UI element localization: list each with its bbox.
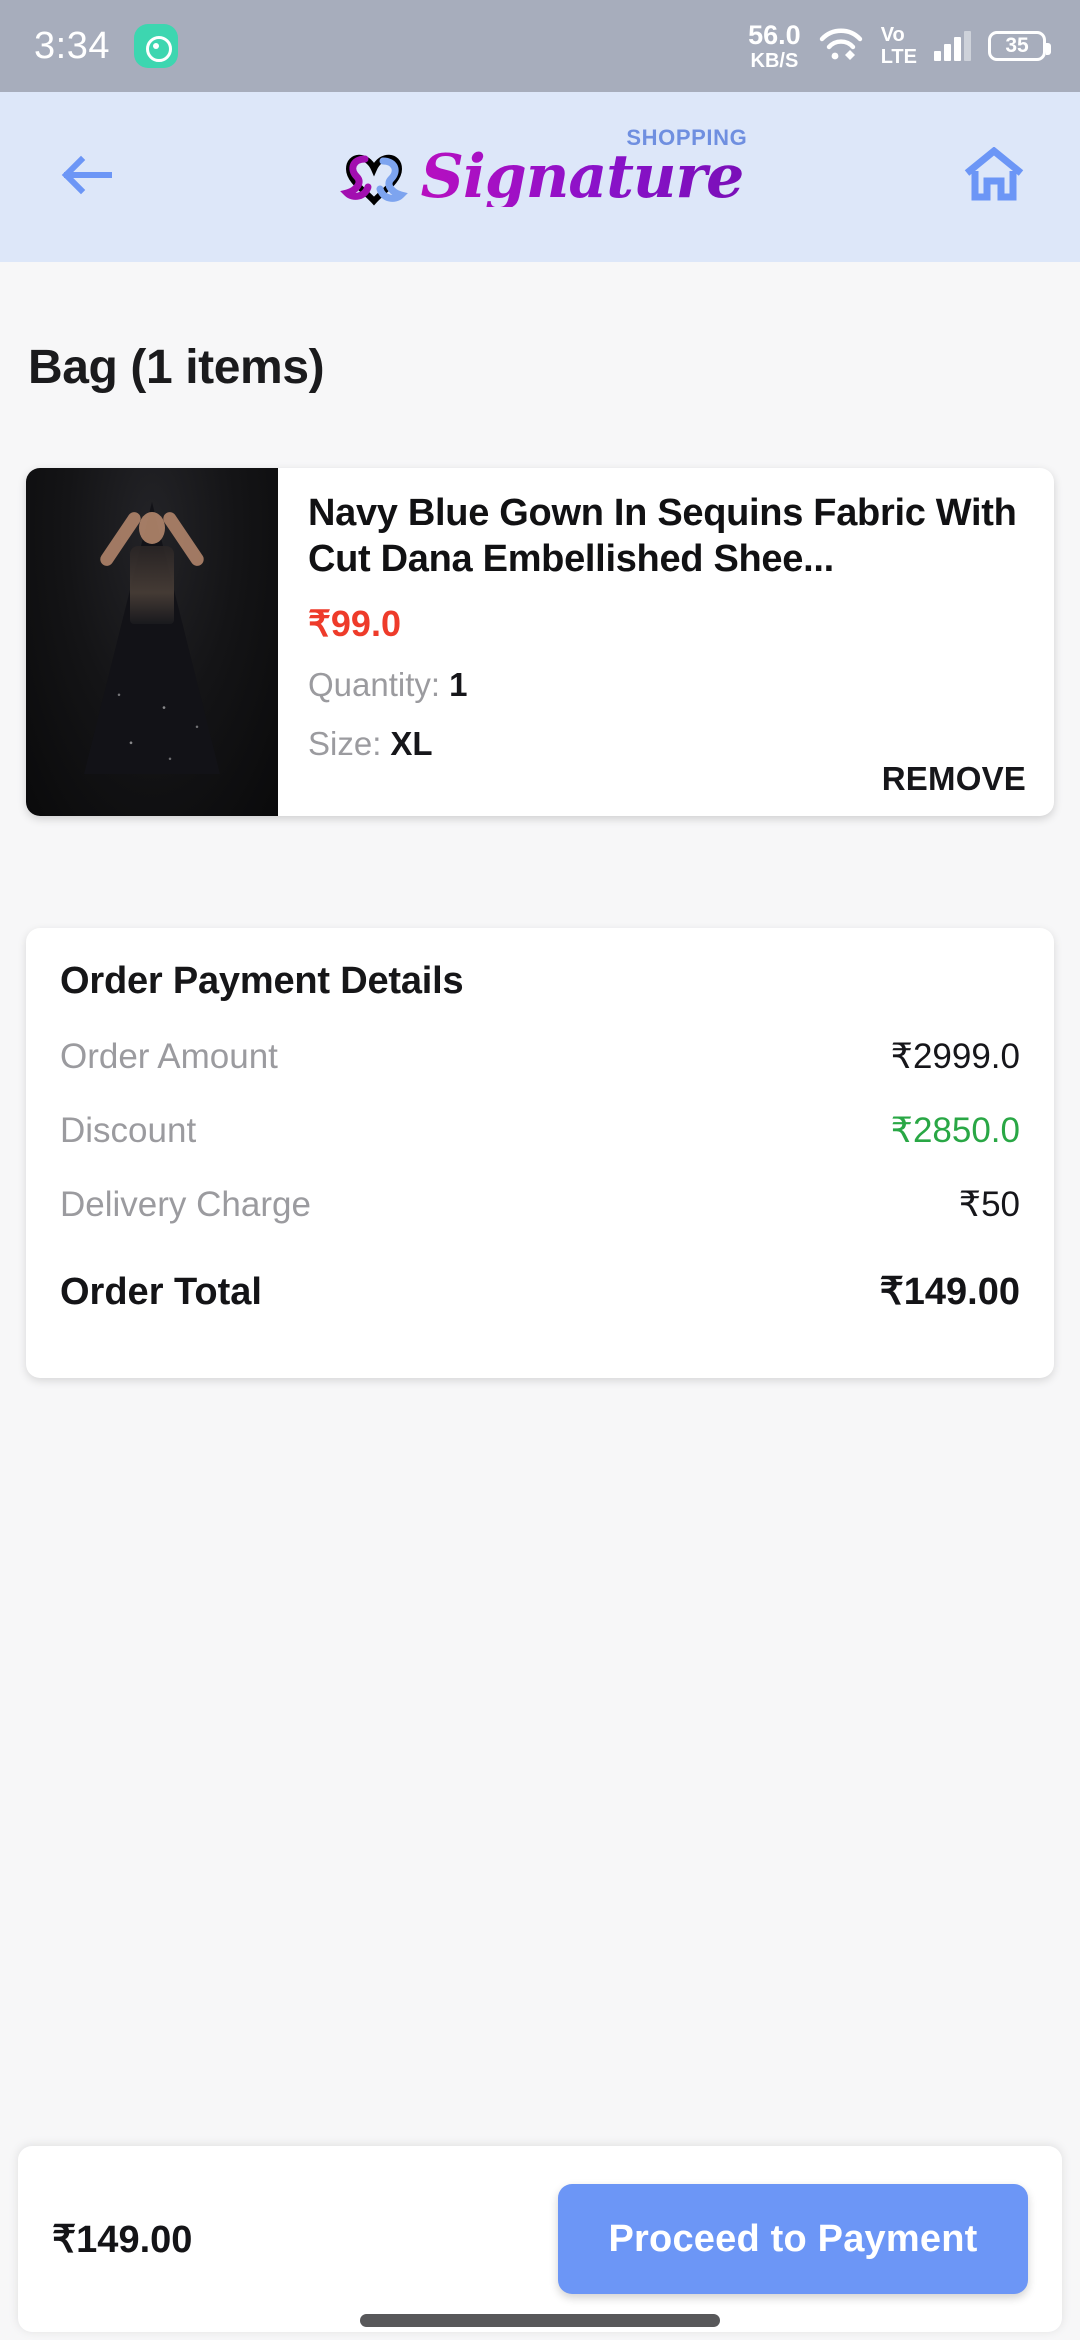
network-speed-unit: KB/S	[750, 49, 799, 72]
size-label: Size:	[308, 724, 382, 762]
product-size-row: Size: XL	[308, 725, 1026, 763]
cart-item-card[interactable]: Navy Blue Gown In Sequins Fabric With Cu…	[26, 468, 1054, 816]
payment-details-heading: Order Payment Details	[60, 960, 464, 1002]
status-bar-indicators: 56.0 KB/S Vo LTE 35	[748, 19, 1051, 72]
brand-name: Signature	[420, 142, 745, 212]
home-button[interactable]	[956, 139, 1032, 215]
battery-icon: 35	[988, 31, 1051, 61]
battery-level-text: 35	[1005, 34, 1029, 57]
cart-item-details: Navy Blue Gown In Sequins Fabric With Cu…	[278, 468, 1054, 816]
app-bar: Signature SHOPPING	[0, 92, 1080, 262]
proceed-to-payment-button[interactable]: Proceed to Payment	[558, 2184, 1028, 2294]
payment-row-order-amount: Order Amount ₹2999.0	[60, 1037, 1020, 1077]
brand-suffix: SHOPPING	[626, 125, 748, 150]
brand-wordmark: Signature SHOPPING	[420, 125, 747, 212]
navy-blue-sequin-gown-photo[interactable]	[26, 468, 278, 816]
quantity-label: Quantity:	[308, 665, 441, 703]
brand-logo[interactable]: Signature SHOPPING	[124, 125, 956, 215]
order-amount-value: ₹2999.0	[890, 1037, 1020, 1076]
status-bar: 3:34 56.0 KB/S Vo LTE 35	[0, 0, 1080, 92]
order-total-label: Order Total	[60, 1271, 262, 1313]
quantity-value: 1	[449, 665, 468, 703]
music-notification-icon	[133, 24, 178, 68]
payment-row-order-total: Order Total ₹149.00	[60, 1269, 1020, 1314]
discount-label: Discount	[60, 1111, 197, 1150]
remove-item-button[interactable]: REMOVE	[882, 760, 1026, 798]
status-bar-clock: 3:34	[34, 24, 110, 67]
bottom-bar-total: ₹149.00	[52, 2218, 193, 2261]
gesture-nav-handle[interactable]	[360, 2314, 720, 2327]
order-total-value: ₹149.00	[879, 1271, 1020, 1313]
checkout-bottom-bar: ₹149.00 Proceed to Payment	[18, 2146, 1062, 2332]
wifi-icon	[818, 27, 864, 66]
payment-row-delivery-charge: Delivery Charge ₹50	[60, 1185, 1020, 1225]
page-title: Bag (1 items)	[28, 341, 325, 394]
arrow-left-icon	[59, 152, 113, 203]
delivery-charge-value: ₹50	[958, 1185, 1020, 1224]
signal-bars-icon	[934, 31, 971, 61]
order-payment-details-panel: Order Payment Details Order Amount ₹2999…	[26, 928, 1054, 1378]
volte-line-1: Vo	[880, 24, 905, 46]
phone-screen: 3:34 56.0 KB/S Vo LTE 35 Signature SHOPP…	[0, 0, 1080, 2340]
gown-bodice	[130, 546, 174, 624]
payment-row-discount: Discount ₹2850.0	[60, 1111, 1020, 1151]
network-speed-value: 56.0	[748, 19, 801, 50]
product-price: ₹99.0	[308, 602, 401, 644]
home-icon	[963, 145, 1025, 208]
volte-indicator: Vo LTE	[881, 25, 917, 67]
size-value: XL	[390, 724, 433, 762]
network-speed-indicator: 56.0 KB/S	[748, 19, 801, 72]
product-thumbnail-container[interactable]	[26, 468, 278, 816]
heart-monogram-icon	[337, 139, 411, 215]
product-title: Navy Blue Gown In Sequins Fabric With Cu…	[308, 492, 1017, 581]
order-amount-label: Order Amount	[60, 1037, 278, 1076]
volte-line-2: LTE	[880, 46, 917, 68]
delivery-charge-label: Delivery Charge	[60, 1185, 311, 1224]
discount-value: ₹2850.0	[890, 1111, 1020, 1150]
model-head	[139, 512, 165, 544]
product-quantity-row: Quantity: 1	[308, 666, 1026, 704]
back-button[interactable]	[48, 139, 124, 215]
